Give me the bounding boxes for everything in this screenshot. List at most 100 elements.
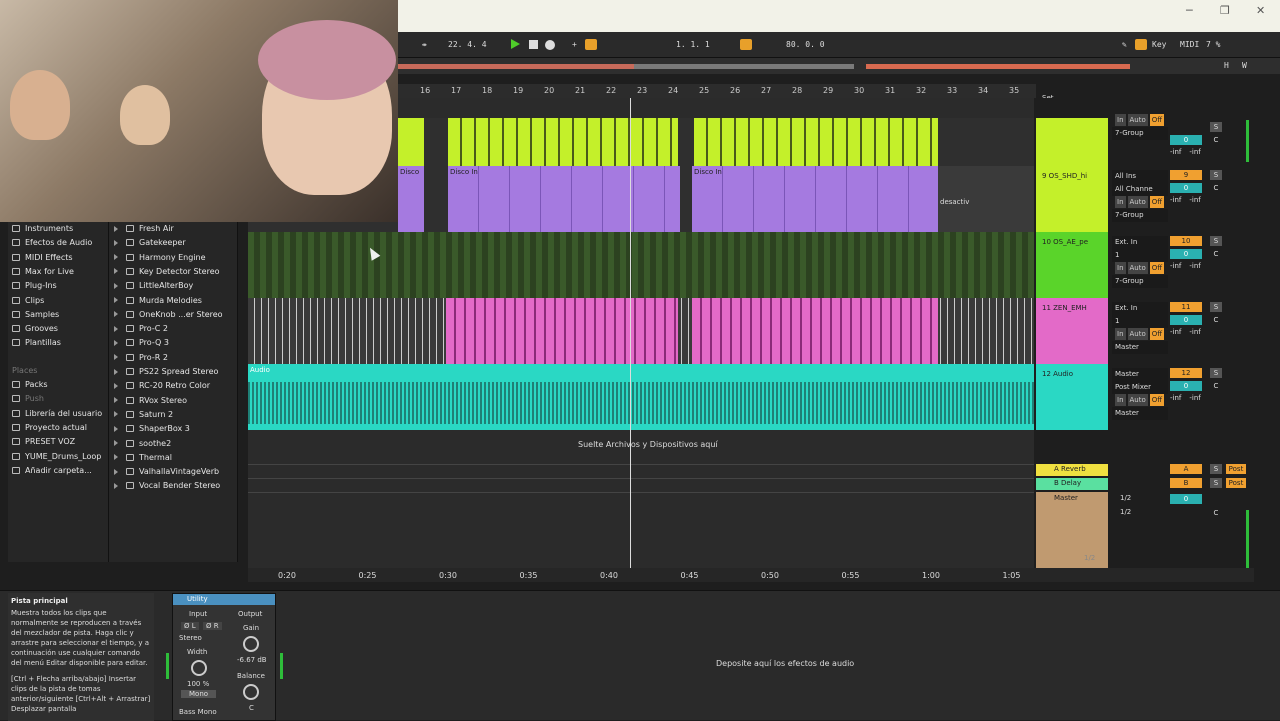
plugin-item-7[interactable]: Pro-C 2 xyxy=(114,322,168,336)
track-activator[interactable]: 10 xyxy=(1170,236,1202,246)
track-title-4[interactable]: 12 Audio xyxy=(1036,364,1108,430)
lane-track-12[interactable]: Audio xyxy=(248,364,1034,430)
monitor-in-button[interactable]: In xyxy=(1115,328,1126,340)
volume-field[interactable]: 0 xyxy=(1170,135,1202,145)
lane-track-10[interactable] xyxy=(248,232,1034,298)
master-track[interactable]: Master 1/2 xyxy=(1036,492,1108,568)
overview-w-button[interactable]: W xyxy=(1242,61,1247,70)
plugin-item-18[interactable]: Vocal Bender Stereo xyxy=(114,479,220,493)
maximize-button[interactable]: ❐ xyxy=(1220,4,1230,17)
expand-icon[interactable] xyxy=(114,382,118,389)
track-title-0[interactable] xyxy=(1036,118,1108,166)
track-name[interactable]: 9 OS_SHD_hi xyxy=(1042,172,1087,180)
key-map-button[interactable]: Key xyxy=(1152,40,1166,49)
return-letter[interactable]: B xyxy=(1170,478,1202,488)
drop-zone[interactable]: Suelte Archivos y Dispositivos aquí xyxy=(578,440,718,449)
return-name[interactable]: B Delay xyxy=(1054,479,1081,487)
master-volume[interactable]: 0 xyxy=(1170,494,1202,504)
plugin-item-0[interactable]: Fresh Air xyxy=(114,222,174,236)
track-title-3[interactable]: 11 ZEN_EMH xyxy=(1036,298,1108,364)
volume-field[interactable]: 0 xyxy=(1170,249,1202,259)
monitor-in-button[interactable]: In xyxy=(1115,394,1126,406)
return-name[interactable]: A Reverb xyxy=(1054,465,1086,473)
pan-field[interactable]: C xyxy=(1210,381,1222,391)
close-button[interactable]: ✕ xyxy=(1256,4,1265,17)
solo-button[interactable]: S xyxy=(1210,302,1222,312)
monitor-in-button[interactable]: In xyxy=(1115,114,1126,126)
device-title[interactable]: Utility xyxy=(173,594,275,605)
clip-pink-b[interactable] xyxy=(692,298,938,364)
plugin-item-11[interactable]: RC-20 Retro Color xyxy=(114,379,210,393)
monitor-auto-button[interactable]: Auto xyxy=(1127,328,1148,340)
track-activator[interactable]: 12 xyxy=(1170,368,1202,378)
plugin-item-15[interactable]: soothe2 xyxy=(114,437,171,451)
monitor-off-button[interactable]: Off xyxy=(1149,114,1165,126)
plugin-item-13[interactable]: Saturn 2 xyxy=(114,408,173,422)
expand-icon[interactable] xyxy=(114,239,118,246)
pan-field[interactable]: C xyxy=(1210,315,1222,325)
expand-icon[interactable] xyxy=(114,225,118,232)
play-button[interactable] xyxy=(511,39,520,49)
volume-field[interactable]: 0 xyxy=(1170,315,1202,325)
plugin-item-5[interactable]: Murda Melodies xyxy=(114,294,202,308)
volume-field[interactable]: 0 xyxy=(1170,183,1202,193)
solo-button[interactable]: S xyxy=(1210,368,1222,378)
add-icon[interactable]: + xyxy=(572,40,577,49)
monitor-off-button[interactable]: Off xyxy=(1149,328,1165,340)
phase-right-button[interactable]: Ø R xyxy=(203,622,222,630)
clip-desactiv-a[interactable]: desactiv xyxy=(938,166,1034,232)
gain-knob[interactable] xyxy=(243,636,259,652)
expand-icon[interactable] xyxy=(114,254,118,261)
expand-icon[interactable] xyxy=(114,325,118,332)
draw-mode-button[interactable] xyxy=(1135,39,1147,50)
track-name[interactable]: 12 Audio xyxy=(1042,370,1073,378)
return-post[interactable]: Post xyxy=(1226,478,1246,488)
place-item-5[interactable]: YUME_Drums_Loop xyxy=(12,450,101,464)
solo-button[interactable]: S xyxy=(1210,236,1222,246)
clip-green-a[interactable] xyxy=(398,118,424,166)
input-channel-select[interactable]: 1 xyxy=(1112,315,1168,328)
return-letter[interactable]: A xyxy=(1170,464,1202,474)
return-track-1[interactable]: B Delay xyxy=(1036,478,1108,490)
plugin-item-2[interactable]: Harmony Engine xyxy=(114,251,206,265)
pencil-icon[interactable]: ✎ xyxy=(1122,40,1127,49)
monitor-auto-button[interactable]: Auto xyxy=(1127,114,1148,126)
lane-track-11[interactable] xyxy=(248,298,1034,364)
place-item-2[interactable]: Librería del usuario xyxy=(12,407,102,421)
expand-icon[interactable] xyxy=(114,268,118,275)
plugin-item-4[interactable]: LittleAlterBoy xyxy=(114,279,193,293)
beat-ruler[interactable]: 16 17 18 19 20 21 22 23 24 25 26 27 28 29 30 31 32 33 34 35 xyxy=(398,84,1036,98)
master-io-1[interactable]: 1/2 xyxy=(1120,494,1131,502)
clip-pink-a[interactable] xyxy=(446,298,678,364)
loop-length[interactable]: 80. 0. 0 xyxy=(786,40,825,49)
clip-green-c[interactable] xyxy=(694,118,938,166)
width-value[interactable]: 100 % xyxy=(187,680,209,688)
width-knob[interactable] xyxy=(191,660,207,676)
track-title-1[interactable]: 9 OS_SHD_hi xyxy=(1036,166,1108,232)
bass-mono-button[interactable]: Bass Mono xyxy=(179,708,217,716)
browser-category-7[interactable]: Grooves xyxy=(12,322,58,336)
monitor-in-button[interactable]: In xyxy=(1115,196,1126,208)
midi-map-button[interactable]: MIDI xyxy=(1180,40,1199,49)
expand-icon[interactable] xyxy=(114,368,118,375)
plugin-item-9[interactable]: Pro-R 2 xyxy=(114,351,168,365)
plugin-item-14[interactable]: ShaperBox 3 xyxy=(114,422,190,436)
place-item-4[interactable]: PRESET VOZ xyxy=(12,435,75,449)
input-type-select[interactable]: Master xyxy=(1112,368,1168,381)
output-select[interactable]: 7-Group xyxy=(1112,275,1168,288)
follow-icon[interactable]: ⇹ xyxy=(422,40,427,49)
loop-start[interactable]: 1. 1. 1 xyxy=(676,40,710,49)
record-button[interactable] xyxy=(545,40,555,50)
input-type-select[interactable]: Ext. In xyxy=(1112,236,1168,249)
overview-h-button[interactable]: H xyxy=(1224,61,1229,70)
output-select[interactable]: Master xyxy=(1112,407,1168,420)
clip-green-b[interactable] xyxy=(448,118,678,166)
expand-icon[interactable] xyxy=(114,311,118,318)
browser-category-2[interactable]: MIDI Effects xyxy=(12,251,73,265)
track-title-2[interactable]: 10 OS_AE_pe xyxy=(1036,232,1108,298)
plugin-item-8[interactable]: Pro-Q 3 xyxy=(114,336,169,350)
minimize-button[interactable]: ─ xyxy=(1186,4,1193,17)
pan-field[interactable]: C xyxy=(1210,183,1222,193)
clip-purple-c[interactable]: Disco In xyxy=(692,166,938,232)
input-type-select[interactable]: Ext. In xyxy=(1112,302,1168,315)
